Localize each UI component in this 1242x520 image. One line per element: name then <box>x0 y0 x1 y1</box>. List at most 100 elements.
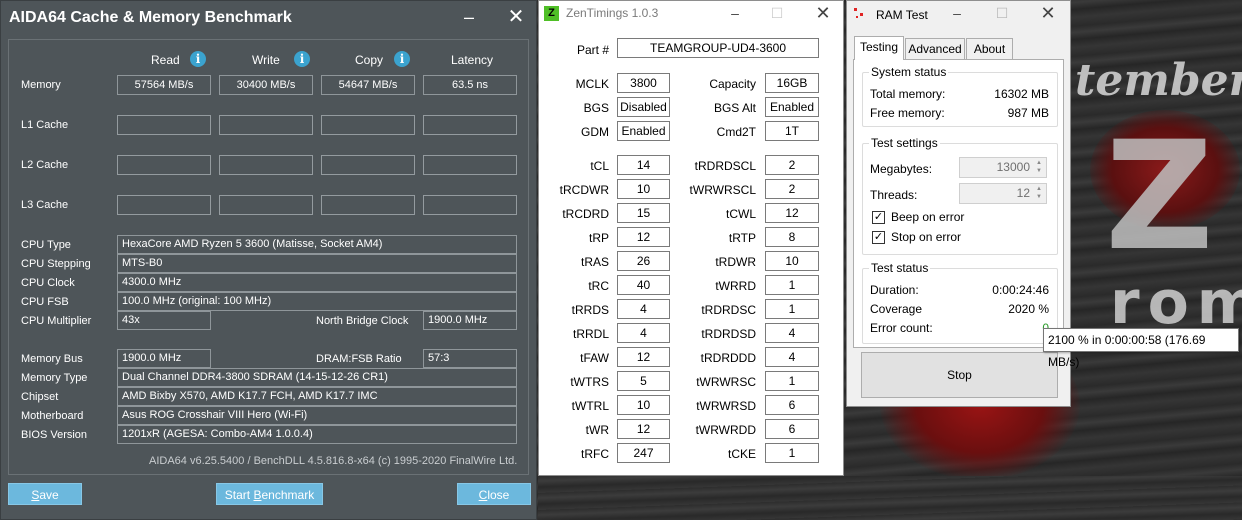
tab-advanced[interactable]: Advanced <box>905 38 965 59</box>
part-number-value: TEAMGROUP-UD4-3600 <box>617 38 819 58</box>
info-icon[interactable]: i <box>190 51 206 67</box>
memory-bus-label: Memory Bus <box>21 353 83 365</box>
l1-copy-value <box>321 115 415 135</box>
spinner-arrows-icon[interactable]: ▲ ▼ <box>1033 159 1045 176</box>
timing-value-twrwrdd: 6 <box>765 419 819 439</box>
info-icon[interactable]: i <box>294 51 310 67</box>
timing-value-trdwr: 10 <box>765 251 819 271</box>
maximize-button[interactable]: ☐ <box>992 3 1012 23</box>
memory-write-value: 30400 MB/s <box>219 75 313 95</box>
timing-value-tfaw: 12 <box>617 347 670 367</box>
timing-label-twr: tWR <box>585 423 609 437</box>
timing-value-twr: 12 <box>617 419 670 439</box>
timing-value-twtrl: 10 <box>617 395 670 415</box>
timing-value-twrwrsc: 1 <box>765 371 819 391</box>
north-bridge-clock-label: North Bridge Clock <box>316 315 409 327</box>
timing-label-twrwrsc: tWRWRSC <box>696 375 756 389</box>
coverage-label: Coverage <box>870 302 923 316</box>
timing-value-twrwrscl: 2 <box>765 179 819 199</box>
motherboard-label: Motherboard <box>21 410 84 422</box>
close-icon[interactable]: ✕ <box>813 3 833 23</box>
timing-value-gdm: Enabled <box>617 121 670 141</box>
cpu-stepping-label: CPU Stepping <box>21 258 91 270</box>
timing-label-trdrddd: tRDRDDD <box>700 351 756 365</box>
stop-button[interactable]: Stop <box>861 352 1058 398</box>
timing-label-trcdwr: tRCDWR <box>559 183 609 197</box>
window-title: AIDA64 Cache & Memory Benchmark <box>9 9 292 26</box>
error-count-label: Error count: <box>870 321 933 335</box>
close-button[interactable]: Close <box>457 483 531 505</box>
info-icon[interactable]: i <box>394 51 410 67</box>
timing-label-twrrd: tWRRD <box>715 279 756 293</box>
memory-copy-value: 54647 MB/s <box>321 75 415 95</box>
timing-value-trdrdscl: 2 <box>765 155 819 175</box>
aida64-window: AIDA64 Cache & Memory Benchmark – ✕ Read… <box>0 0 537 520</box>
timing-label-tras: tRAS <box>580 255 609 269</box>
minimize-button[interactable]: – <box>725 3 745 23</box>
timing-value-trdrddd: 4 <box>765 347 819 367</box>
l2-read-value <box>117 155 211 175</box>
l2-latency-value <box>423 155 517 175</box>
cpu-multiplier-value: 43x <box>117 311 211 330</box>
cpu-clock-label: CPU Clock <box>21 277 75 289</box>
row-label-l3: L3 Cache <box>21 199 69 211</box>
cpu-multiplier-label: CPU Multiplier <box>21 315 92 327</box>
timing-value-tcl: 14 <box>617 155 670 175</box>
test-settings-group: Test settings Megabytes: 13000 ▲ ▼ Thread… <box>862 136 1058 255</box>
timing-value-capacity: 16GB <box>765 73 819 93</box>
timing-value-bgs: Disabled <box>617 97 670 117</box>
close-icon[interactable]: ✕ <box>504 5 528 29</box>
ramtest-app-icon <box>854 8 863 18</box>
row-label-l1: L1 Cache <box>21 119 69 131</box>
duration-value: 0:00:24:46 <box>992 283 1049 297</box>
timing-label-trc: tRC <box>588 279 609 293</box>
cpu-fsb-value: 100.0 MHz (original: 100 MHz) <box>117 292 517 311</box>
duration-label: Duration: <box>870 283 919 297</box>
motherboard-value: Asus ROG Crosshair VIII Hero (Wi-Fi) <box>117 406 517 425</box>
stop-on-error-checkbox[interactable]: ✓ <box>872 231 885 244</box>
timing-value-bgs-alt: Enabled <box>765 97 819 117</box>
timing-value-trrds: 4 <box>617 299 670 319</box>
timing-value-trcdwr: 10 <box>617 179 670 199</box>
header-copy: Copy <box>355 53 384 67</box>
cpu-type-label: CPU Type <box>21 239 71 251</box>
start-benchmark-button[interactable]: Start Benchmark <box>216 483 323 505</box>
memory-read-value: 57564 MB/s <box>117 75 211 95</box>
timing-value-trdrdsc: 1 <box>765 299 819 319</box>
tab-testing[interactable]: Testing <box>854 36 904 60</box>
coverage-value: 2020 % <box>1008 302 1049 316</box>
timing-label-cmd2t: Cmd2T <box>716 125 756 139</box>
memory-bus-value: 1900.0 MHz <box>117 349 211 368</box>
save-button[interactable]: Save <box>8 483 82 505</box>
timing-label-twrwrdd: tWRWRDD <box>695 423 756 437</box>
total-memory-label: Total memory: <box>870 87 946 101</box>
timing-label-trrdl: tRRDL <box>572 327 609 341</box>
stop-on-error-label: Stop on error <box>891 230 962 244</box>
timing-label-bgs: BGS <box>583 101 609 115</box>
tab-about[interactable]: About <box>966 38 1013 59</box>
threads-spinner[interactable]: 12 ▲ ▼ <box>959 183 1047 204</box>
zentimings-window: Z ZenTimings 1.0.3 – ☐ ✕ Part # TEAMGROU… <box>538 0 844 476</box>
spinner-arrows-icon[interactable]: ▲ ▼ <box>1033 185 1045 202</box>
minimize-button[interactable]: – <box>947 3 967 23</box>
memory-type-value: Dual Channel DDR4-3800 SDRAM (14-15-12-2… <box>117 368 517 387</box>
minimize-button[interactable]: – <box>457 5 481 29</box>
maximize-button[interactable]: ☐ <box>767 3 787 23</box>
ramtest-window: RAM Test – ☐ ✕ Testing Advanced About Sy… <box>846 0 1071 407</box>
timing-label-tfaw: tFAW <box>580 351 609 365</box>
timing-value-twtrs: 5 <box>617 371 670 391</box>
header-latency: Latency <box>451 53 494 67</box>
close-icon[interactable]: ✕ <box>1038 3 1058 23</box>
beep-on-error-checkbox[interactable]: ✓ <box>872 211 885 224</box>
megabytes-label: Megabytes: <box>870 162 933 176</box>
timing-label-tcl: tCL <box>590 159 609 173</box>
beep-on-error-label: Beep on error <box>891 210 965 224</box>
timing-label-gdm: GDM <box>581 125 609 139</box>
timing-value-cmd2t: 1T <box>765 121 819 141</box>
bios-version-label: BIOS Version <box>21 429 88 441</box>
timing-label-capacity: Capacity <box>709 77 756 91</box>
timing-value-trfc: 247 <box>617 443 670 463</box>
megabytes-spinner[interactable]: 13000 ▲ ▼ <box>959 157 1047 178</box>
timing-value-trrdl: 4 <box>617 323 670 343</box>
timing-value-trdrdsd: 4 <box>765 323 819 343</box>
